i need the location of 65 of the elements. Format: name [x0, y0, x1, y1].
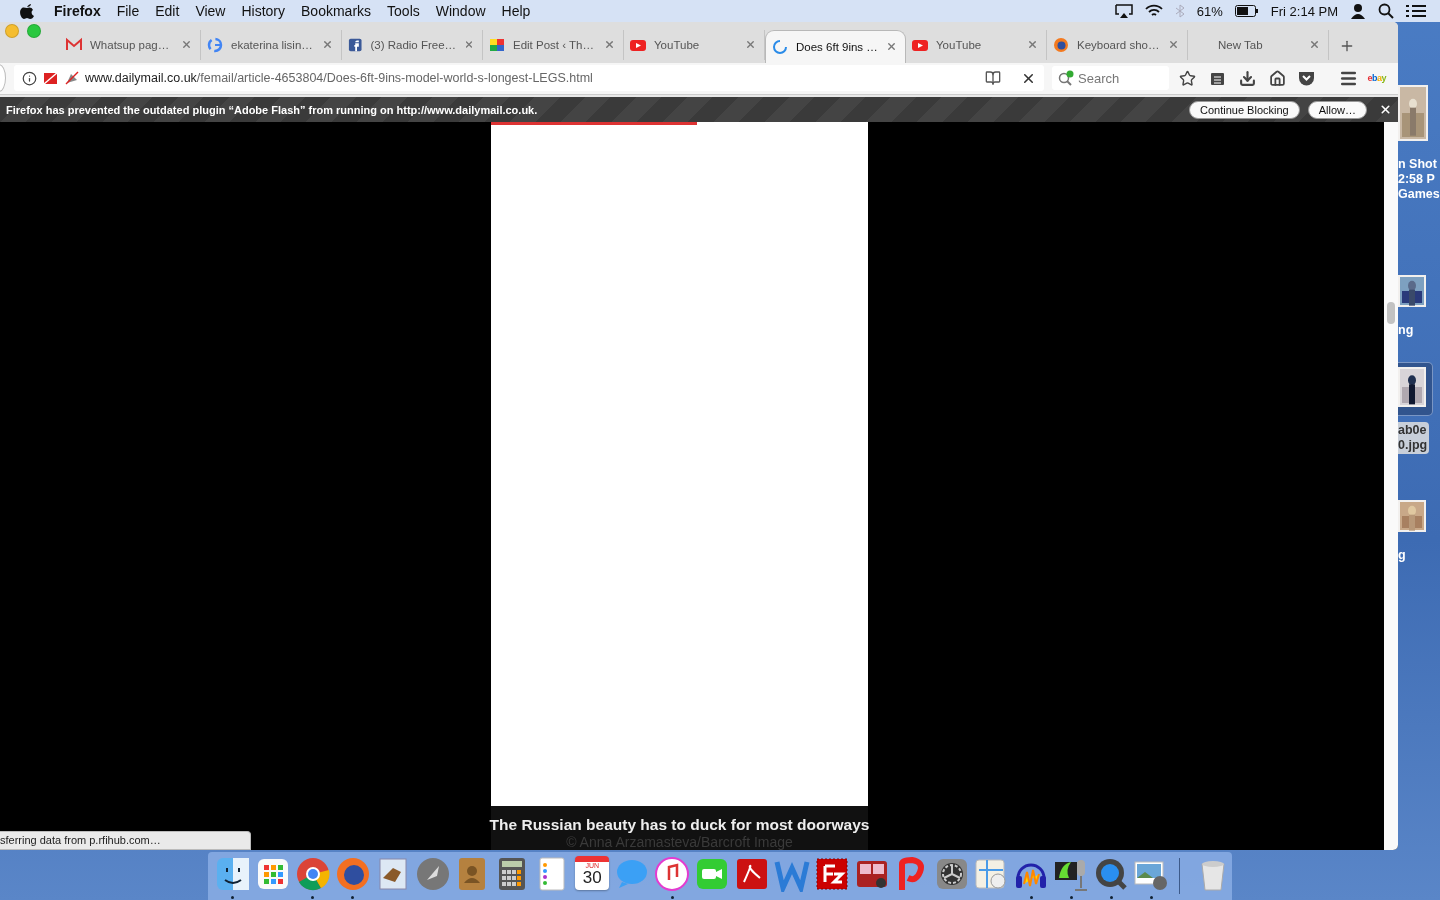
- menu-item[interactable]: Help: [493, 3, 539, 19]
- file-name-label[interactable]: g: [1398, 547, 1408, 564]
- url-host: www.dailymail.co.uk: [85, 71, 197, 86]
- music-note-icon[interactable]: [654, 856, 691, 892]
- scrollbar-thumb[interactable]: [1387, 302, 1395, 324]
- firefox-icon[interactable]: [334, 856, 371, 892]
- url-path: /femail/article-4653804/Does-6ft-9ins-model-world-s-longest-LEGS.html: [196, 71, 593, 86]
- pocket-icon: [1298, 70, 1316, 87]
- plugin-warning-text: Firefox has prevented the outdated plugin “Adobe Flash” from running on http://www.dailymail.co.uk.: [6, 103, 539, 116]
- browser-tab[interactable]: (3) Radio Free…: [342, 29, 483, 60]
- video-camera-icon[interactable]: [694, 856, 730, 892]
- ebay-logo[interactable]: ebay: [1367, 73, 1386, 84]
- info-icon[interactable]: [22, 70, 37, 86]
- menu-item[interactable]: File: [108, 3, 148, 19]
- facebook-icon: [348, 36, 363, 53]
- search-add-icon: [1058, 70, 1074, 87]
- image-caption: The Russian beauty has to duck for most doorways: [489, 816, 870, 834]
- blocked-plugin-icon[interactable]: [65, 71, 79, 86]
- loading-spinner-icon: [772, 38, 788, 55]
- menu-item[interactable]: Bookmarks: [293, 3, 380, 19]
- browser-tab[interactable]: New Tab: [1188, 29, 1329, 60]
- file-name-label[interactable]: ab0e 0.jpg: [1398, 422, 1430, 454]
- wifi-icon[interactable]: [1144, 4, 1163, 18]
- user-icon[interactable]: [1350, 3, 1366, 19]
- list-icon[interactable]: [1406, 4, 1426, 18]
- menu-item[interactable]: Edit: [147, 3, 188, 19]
- browser-tab[interactable]: Does 6ft 9ins …: [765, 29, 906, 63]
- clock[interactable]: Fri 2:14 PM: [1270, 3, 1338, 19]
- browser-tab[interactable]: ekaterina lisin…: [201, 29, 342, 60]
- menu-item[interactable]: View: [187, 3, 234, 19]
- colorful-square-icon: [489, 36, 505, 53]
- google-icon: [207, 36, 223, 53]
- browser-tab[interactable]: Whatsup pag…: [60, 29, 201, 60]
- clipboard-list-icon: [1210, 70, 1226, 86]
- menu-item[interactable]: Firefox: [46, 3, 109, 19]
- search-field[interactable]: Search: [1052, 66, 1170, 91]
- rocket-icon[interactable]: [414, 856, 451, 892]
- notification-button[interactable]: Allow…: [1307, 100, 1367, 119]
- airplay-icon[interactable]: [1114, 4, 1133, 18]
- file-name-label[interactable]: n Shot 2:58 P Games: [1398, 156, 1440, 203]
- address-bar[interactable]: www.dailymail.co.uk/femail/article-4653804/Does-6ft-9ins-model-world-s-longest-LEGS.html: [14, 65, 1044, 92]
- battery-percentage: 61%: [1196, 3, 1223, 19]
- browser-tab[interactable]: YouTube: [906, 29, 1047, 60]
- envelope-icon: [66, 36, 82, 53]
- scrollbar[interactable]: [1384, 122, 1398, 850]
- search-icon[interactable]: [1378, 3, 1394, 19]
- menu-item[interactable]: History: [233, 3, 294, 19]
- browser-tab[interactable]: Edit Post ‹ Th…: [483, 29, 624, 60]
- close-icon[interactable]: [1379, 103, 1392, 116]
- browser-tab[interactable]: YouTube: [624, 29, 765, 60]
- chrome-icon[interactable]: [294, 856, 331, 892]
- menu-item[interactable]: Window: [427, 3, 494, 19]
- file-thumbnail[interactable]: [1398, 362, 1433, 416]
- file-name-label[interactable]: ng: [1398, 322, 1416, 339]
- finder-icon[interactable]: [214, 856, 251, 892]
- filezilla-logo-icon[interactable]: [813, 856, 850, 892]
- status-text: sferring data from p.rfihub.com…: [0, 831, 251, 850]
- calendar-day: 30: [582, 869, 602, 886]
- browser-tab[interactable]: Keyboard sho…: [1047, 29, 1188, 60]
- reader-view-icon[interactable]: [985, 70, 1001, 87]
- battery-icon[interactable]: [1234, 5, 1259, 17]
- firefox-icon: [1053, 36, 1069, 53]
- apple-icon[interactable]: [20, 3, 34, 19]
- menu-item[interactable]: Tools: [379, 3, 428, 19]
- notification-button[interactable]: Continue Blocking: [1189, 100, 1300, 119]
